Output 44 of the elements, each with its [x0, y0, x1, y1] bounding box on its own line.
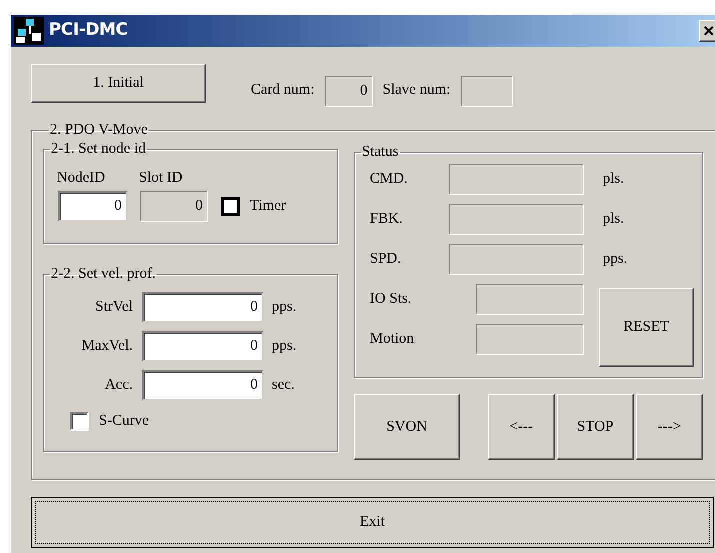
timer-label: Timer	[250, 196, 286, 216]
initial-button[interactable]: 1. Initial	[31, 64, 206, 103]
readonly-field	[460, 76, 513, 107]
control-button[interactable]: --->	[636, 394, 704, 460]
field-label: MaxVel.	[80, 337, 134, 356]
exit-button[interactable]: Exit	[31, 497, 714, 548]
group-title: 2-2. Set vel. prof.	[50, 266, 157, 282]
unit-label: pls.	[603, 170, 624, 190]
unit-label: sec.	[272, 376, 295, 396]
window-title: PCI-DMC	[49, 19, 128, 42]
unit-label: pps.	[272, 298, 297, 318]
close-icon	[704, 26, 714, 36]
readonly-field: 0	[324, 76, 373, 107]
checkbox[interactable]	[221, 196, 240, 216]
close-button[interactable]	[699, 20, 715, 42]
status-label: IO Sts.	[369, 290, 413, 310]
status-label: SPD.	[369, 250, 402, 270]
input-field[interactable]: 0	[58, 190, 128, 222]
unit-label: pls.	[603, 210, 624, 230]
slave-num-label: Slave num:	[382, 81, 451, 100]
checkbox[interactable]	[70, 412, 89, 431]
field-label: StrVel	[94, 298, 134, 318]
unit-label: pps.	[603, 250, 628, 270]
control-button[interactable]: STOP	[556, 394, 634, 460]
input-field[interactable]: 0	[142, 331, 264, 362]
slot-id-label: Slot ID	[139, 169, 183, 188]
input-field[interactable]: 0	[142, 292, 264, 323]
readonly-field: 0	[140, 190, 208, 222]
card-num-label: Card num:	[251, 81, 315, 100]
group-title: 2. PDO V-Move	[49, 122, 149, 138]
control-button[interactable]: <---	[488, 394, 555, 460]
group-title: Status	[361, 144, 400, 160]
node-id-label: NodeID	[57, 169, 106, 188]
control-button[interactable]: SVON	[354, 394, 460, 460]
app-icon	[14, 17, 44, 45]
status-label: Motion	[369, 330, 416, 350]
status-label: CMD.	[369, 170, 409, 190]
group-title: 2-1. Set node id	[50, 141, 147, 157]
unit-label: pps.	[272, 337, 297, 356]
s-curve-label: S-Curve	[99, 412, 149, 431]
status-label: FBK.	[369, 210, 404, 230]
field-label: Acc.	[104, 376, 134, 396]
reset-button[interactable]: RESET	[599, 288, 694, 367]
input-field[interactable]: 0	[142, 370, 264, 401]
